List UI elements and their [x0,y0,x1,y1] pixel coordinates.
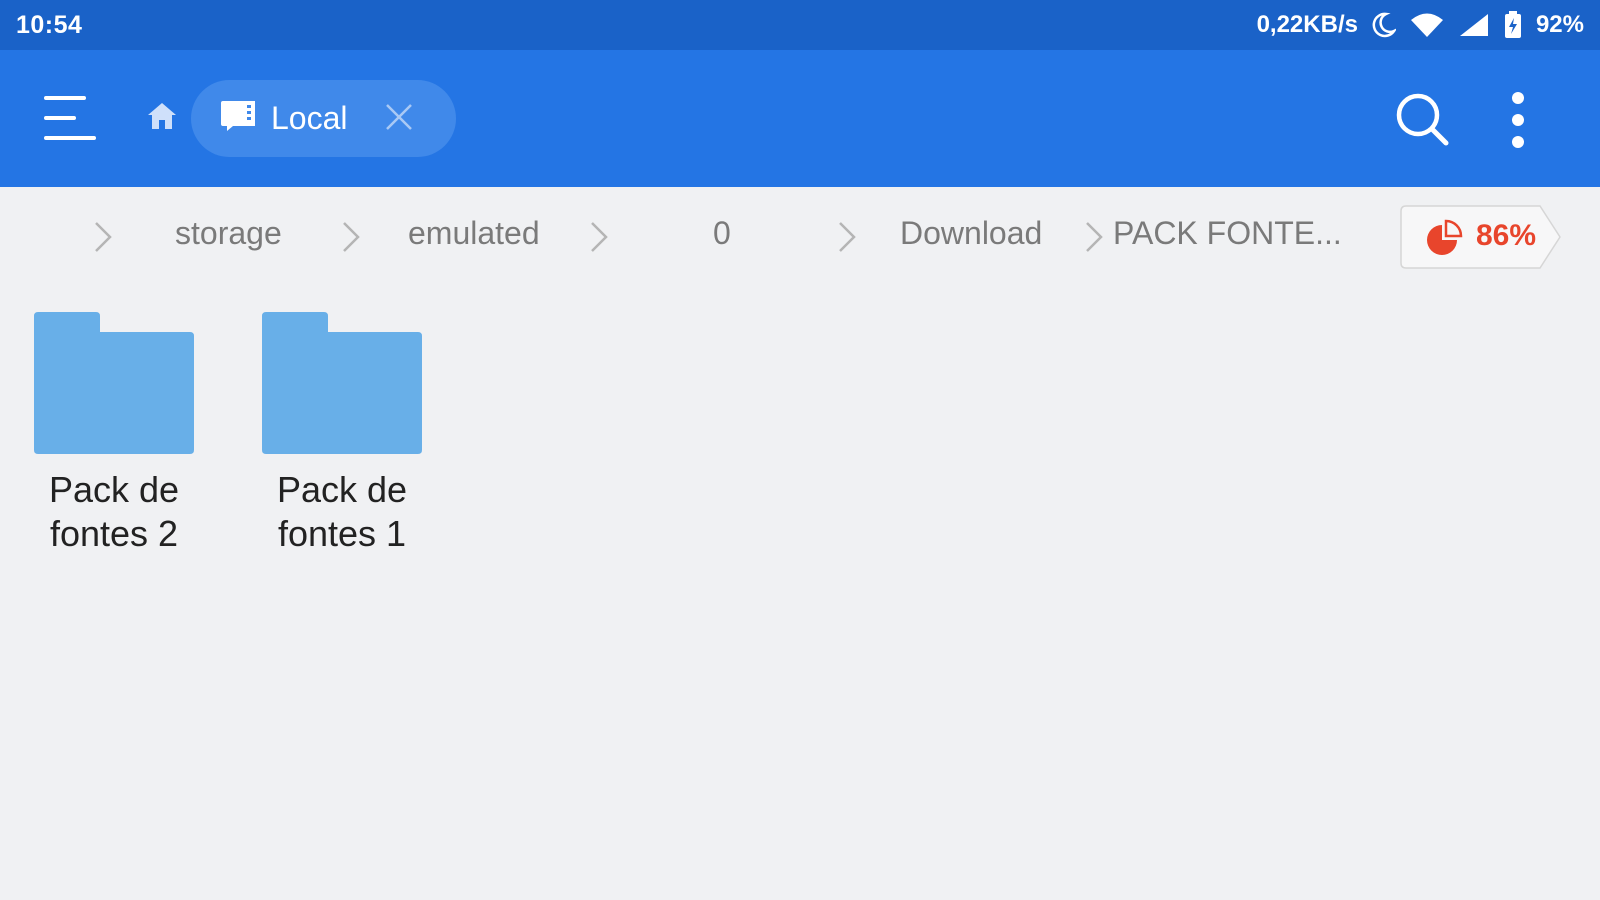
sd-card-icon [219,100,257,137]
battery-icon [1504,11,1522,39]
chevron-right-icon [838,221,856,253]
status-icons: 0,22KB/s 92% [1257,11,1584,39]
breadcrumb-pack-fonte[interactable]: PACK FONTE... [1113,215,1342,252]
folder-icon [24,312,204,454]
folder-name: Pack de fontes 2 [48,469,180,554]
chevron-right-icon [342,221,360,253]
menu-icon[interactable] [44,96,96,140]
breadcrumb-0[interactable]: 0 [713,215,731,252]
close-icon[interactable] [384,102,414,137]
chevron-right-icon [94,221,112,253]
breadcrumb: storage emulated 0 Download PACK FONTE..… [0,187,1600,287]
chevron-right-icon [1085,221,1103,253]
tab-local[interactable]: Local [191,80,456,157]
folder-name: Pack de fontes 1 [276,469,408,554]
folder-icon [252,312,432,454]
more-vertical-icon[interactable] [1508,92,1528,148]
app-bar: Local [0,50,1600,187]
storage-usage-badge[interactable]: 86% [1400,205,1562,269]
pie-chart-icon [1424,219,1464,262]
moon-icon [1372,12,1396,38]
status-time: 10:54 [16,10,83,39]
wifi-icon [1410,12,1444,38]
breadcrumb-storage[interactable]: storage [175,215,282,252]
chevron-right-icon [590,221,608,253]
search-icon[interactable] [1395,92,1449,151]
folder-item[interactable]: Pack de fontes 1 [252,312,432,556]
tab-label: Local [271,100,348,136]
network-speed: 0,22KB/s [1256,11,1358,38]
signal-icon [1458,12,1490,38]
battery-percent: 92% [1535,11,1584,38]
home-icon[interactable] [146,100,178,137]
status-bar: 10:54 0,22KB/s 92% [0,0,1600,50]
storage-usage-percent: 86% [1476,219,1537,252]
breadcrumb-download[interactable]: Download [900,215,1042,252]
folder-item[interactable]: Pack de fontes 2 [24,312,204,556]
breadcrumb-emulated[interactable]: emulated [408,215,540,252]
